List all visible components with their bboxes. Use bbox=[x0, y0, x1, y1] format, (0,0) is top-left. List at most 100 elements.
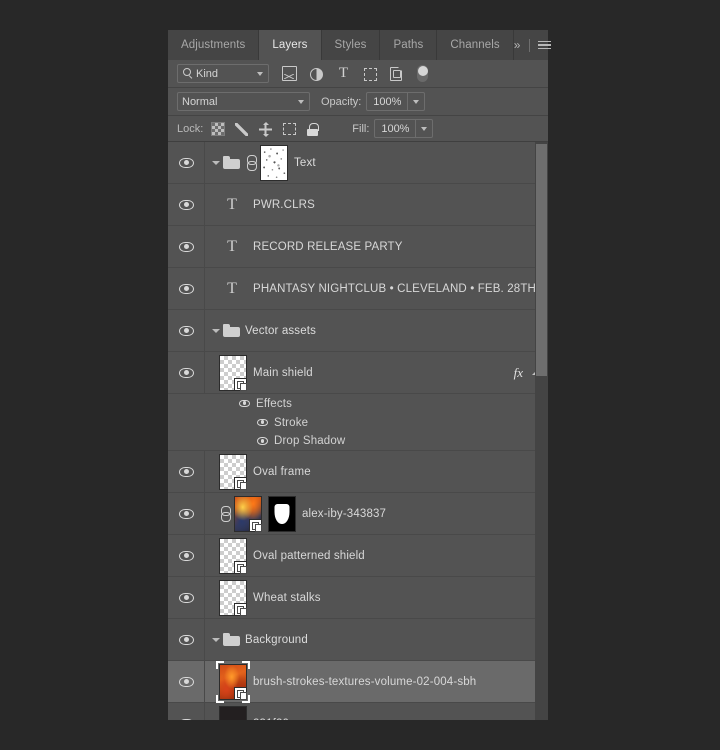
mask-shape bbox=[274, 503, 290, 524]
layer-visibility-cell[interactable] bbox=[168, 142, 205, 183]
layer-row[interactable]: brush-strokes-textures-volume-02-004-sbh bbox=[168, 660, 548, 703]
layer-row-body: Background bbox=[205, 619, 548, 660]
lock-image-pixels-icon[interactable] bbox=[235, 122, 249, 136]
layer-thumbnail[interactable] bbox=[260, 144, 288, 181]
layer-visibility-cell[interactable] bbox=[168, 661, 205, 702]
layer-row[interactable]: T PWR.CLRS bbox=[168, 184, 548, 226]
layer-effect-row[interactable]: Stroke bbox=[168, 413, 548, 432]
layer-visibility-cell[interactable] bbox=[168, 619, 205, 660]
visibility-eye-icon[interactable] bbox=[178, 367, 194, 378]
layer-visibility-cell[interactable] bbox=[168, 184, 205, 225]
layer-thumbnail[interactable] bbox=[234, 495, 262, 532]
effect-visibility-eye-icon[interactable] bbox=[257, 418, 268, 427]
tab-adjustments[interactable]: Adjustments bbox=[168, 30, 260, 60]
filter-shape-icon[interactable] bbox=[364, 67, 377, 81]
layer-visibility-cell[interactable] bbox=[168, 226, 205, 267]
visibility-eye-icon[interactable] bbox=[178, 592, 194, 603]
effect-visibility-eye-icon[interactable] bbox=[239, 399, 250, 408]
link-icon[interactable] bbox=[220, 506, 231, 522]
visibility-eye-icon[interactable] bbox=[178, 241, 194, 252]
filter-adjustment-icon[interactable] bbox=[310, 67, 323, 81]
filter-kind-select[interactable]: Kind bbox=[177, 64, 269, 83]
layer-row[interactable]: Text bbox=[168, 142, 548, 184]
layer-row[interactable]: Oval patterned shield bbox=[168, 535, 548, 577]
layer-visibility-cell[interactable] bbox=[168, 493, 205, 534]
layer-visibility-cell[interactable] bbox=[168, 268, 205, 309]
effect-name: Effects bbox=[256, 397, 292, 410]
group-disclosure-icon[interactable] bbox=[209, 160, 222, 165]
tab-channels[interactable]: Channels bbox=[437, 30, 514, 60]
lock-position-icon[interactable] bbox=[259, 122, 273, 136]
layer-visibility-cell[interactable] bbox=[168, 451, 205, 492]
layer-row[interactable]: Wheat stalks bbox=[168, 577, 548, 619]
layer-visibility-cell[interactable] bbox=[168, 535, 205, 576]
visibility-eye-icon[interactable] bbox=[178, 157, 194, 168]
layer-row[interactable]: Vector assets bbox=[168, 310, 548, 352]
layer-name: RECORD RELEASE PARTY bbox=[253, 240, 403, 253]
layer-thumbnail[interactable] bbox=[219, 579, 247, 616]
chevron-double-right-icon[interactable]: » bbox=[514, 38, 522, 52]
smart-object-badge-icon bbox=[249, 518, 262, 532]
layer-row-body: T PHANTASY NIGHTCLUB • CLEVELAND • FEB. 2… bbox=[205, 268, 548, 309]
visibility-eye-icon[interactable] bbox=[178, 718, 194, 720]
layer-thumbnail[interactable] bbox=[219, 354, 247, 391]
visibility-eye-icon[interactable] bbox=[178, 325, 194, 336]
filter-toggle-icon[interactable] bbox=[417, 65, 428, 82]
filter-pixel-icon[interactable] bbox=[282, 66, 297, 81]
type-layer-icon: T bbox=[227, 279, 237, 297]
layer-visibility-cell[interactable] bbox=[168, 577, 205, 618]
visibility-eye-icon[interactable] bbox=[178, 676, 194, 687]
effect-visibility-eye-icon[interactable] bbox=[257, 437, 268, 445]
visibility-eye-icon[interactable] bbox=[178, 550, 194, 561]
tab-paths[interactable]: Paths bbox=[380, 30, 438, 60]
layer-effect-row[interactable]: Drop Shadow bbox=[168, 432, 548, 451]
visibility-eye-icon[interactable] bbox=[178, 508, 194, 519]
group-disclosure-icon[interactable] bbox=[209, 328, 222, 333]
blend-mode-select[interactable]: Normal bbox=[177, 92, 310, 111]
layer-visibility-cell[interactable] bbox=[168, 352, 205, 393]
layer-effect-row[interactable]: Effects bbox=[168, 394, 548, 413]
visibility-eye-icon[interactable] bbox=[178, 466, 194, 477]
link-icon[interactable] bbox=[246, 155, 257, 171]
effect-row-body: Drop Shadow bbox=[168, 432, 548, 450]
layer-thumbnail[interactable] bbox=[219, 705, 247, 720]
layer-row[interactable]: 231f20 bbox=[168, 703, 548, 720]
tab-layers[interactable]: Layers bbox=[259, 30, 322, 60]
layer-effects-fx-icon[interactable]: fx bbox=[514, 365, 523, 381]
opacity-field[interactable]: 100% bbox=[366, 92, 426, 111]
layer-mask-thumbnail[interactable] bbox=[268, 495, 296, 532]
opacity-stepper[interactable] bbox=[407, 93, 424, 110]
visibility-eye-icon[interactable] bbox=[178, 634, 194, 645]
fill-field[interactable]: 100% bbox=[374, 119, 434, 138]
layer-visibility-cell[interactable] bbox=[168, 703, 205, 720]
group-disclosure-icon[interactable] bbox=[209, 637, 222, 642]
layer-row[interactable]: Main shield fx bbox=[168, 352, 548, 394]
visibility-eye-icon[interactable] bbox=[178, 283, 194, 294]
layer-row[interactable]: T RECORD RELEASE PARTY bbox=[168, 226, 548, 268]
layer-list-viewport: Text T PWR.CLRS T RECORD RELEASE PARTY T PHANT… bbox=[168, 142, 548, 720]
layer-name: Oval patterned shield bbox=[253, 549, 365, 562]
panel-menu-icon[interactable] bbox=[537, 39, 552, 52]
layer-thumbnail[interactable] bbox=[216, 660, 250, 703]
lock-all-icon[interactable] bbox=[307, 122, 319, 136]
layers-scrollbar[interactable] bbox=[535, 142, 548, 720]
lock-transparent-pixels-icon[interactable] bbox=[211, 122, 226, 136]
opacity-label: Opacity: bbox=[321, 95, 362, 108]
filter-smart-object-icon[interactable] bbox=[390, 66, 402, 81]
layer-row[interactable]: T PHANTASY NIGHTCLUB • CLEVELAND • FEB. 2… bbox=[168, 268, 548, 310]
type-layer-icon: T bbox=[227, 195, 237, 213]
visibility-eye-icon[interactable] bbox=[178, 199, 194, 210]
chevron-down-icon bbox=[420, 126, 427, 131]
layer-thumbnail[interactable] bbox=[219, 537, 247, 574]
scrollbar-thumb[interactable] bbox=[536, 144, 547, 376]
tab-styles[interactable]: Styles bbox=[321, 30, 381, 60]
lock-artboard-nesting-icon[interactable] bbox=[283, 123, 297, 135]
layer-thumbnail[interactable] bbox=[219, 453, 247, 490]
filter-type-icon[interactable]: T bbox=[336, 66, 351, 81]
fill-stepper[interactable] bbox=[415, 120, 432, 137]
layer-row[interactable]: Background bbox=[168, 619, 548, 661]
lock-label: Lock: bbox=[177, 122, 204, 135]
layer-visibility-cell[interactable] bbox=[168, 310, 205, 351]
layer-row[interactable]: Oval frame bbox=[168, 451, 548, 493]
layer-row[interactable]: alex-iby-343837 bbox=[168, 493, 548, 535]
